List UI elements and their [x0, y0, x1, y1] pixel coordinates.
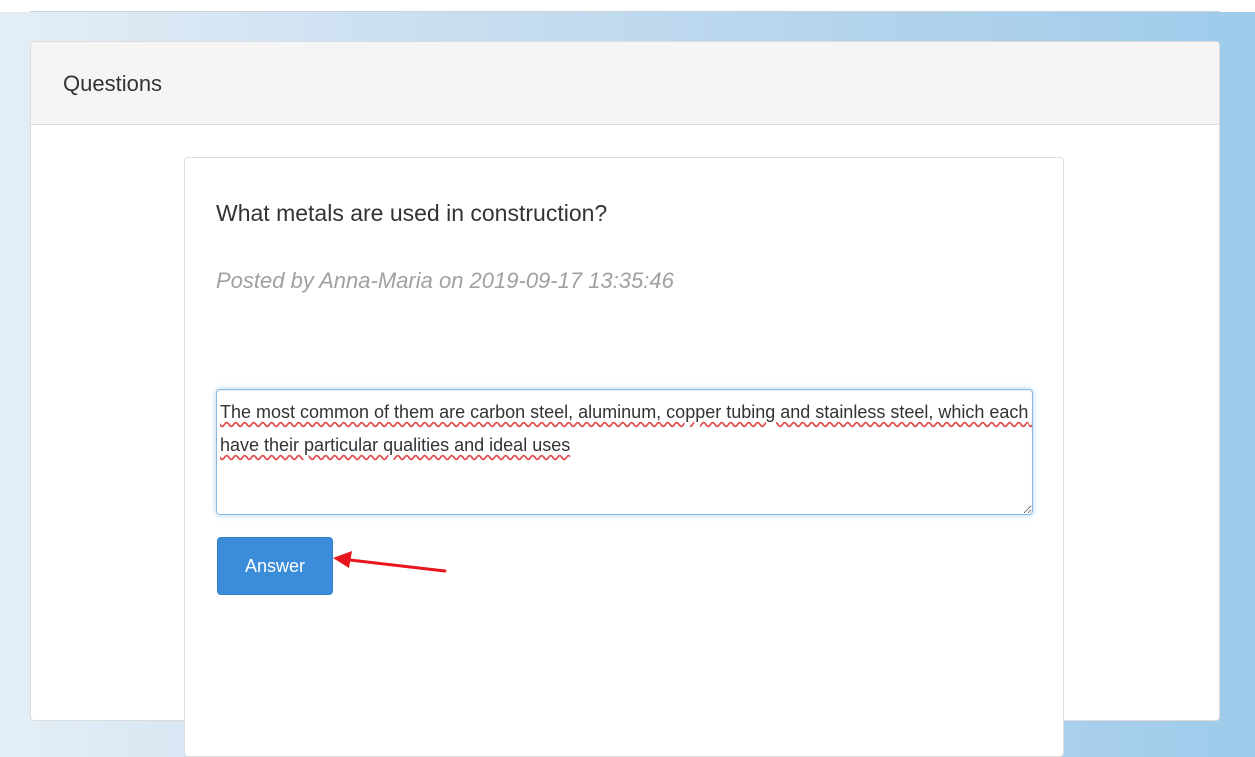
- top-strip: [0, 0, 1255, 12]
- question-title: What metals are used in construction?: [216, 200, 608, 226]
- questions-panel: Questions What metals are used in constr…: [30, 41, 1220, 757]
- answer-button[interactable]: Answer: [217, 537, 333, 595]
- answer-textarea[interactable]: The most common of them are carbon steel…: [216, 389, 1033, 515]
- question-card: What metals are used in construction? Po…: [184, 157, 1064, 757]
- panel-heading: Questions: [31, 42, 1219, 125]
- question-meta: Posted by Anna-Maria on 2019-09-17 13:35…: [216, 268, 674, 293]
